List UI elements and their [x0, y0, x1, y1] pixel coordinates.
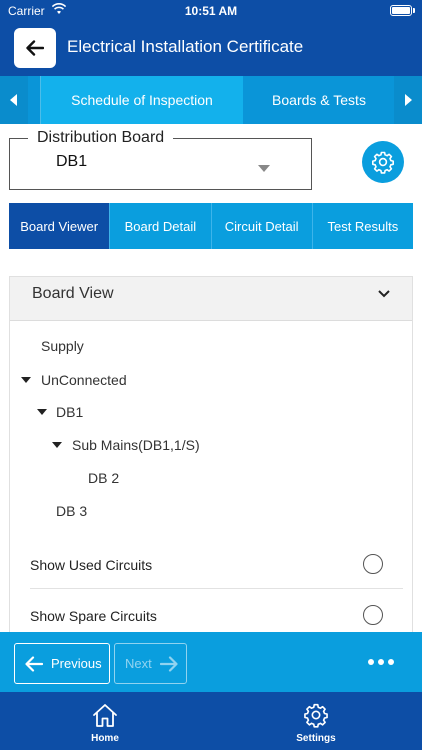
tree-node-sub-mains[interactable]: Sub Mains(DB1,1/S) — [72, 437, 200, 453]
tab-board-detail[interactable]: Board Detail — [110, 203, 212, 249]
previous-button-label: Previous — [51, 656, 102, 671]
board-view-panel: Board View Supply UnConnected DB1 Sub Ma… — [9, 276, 413, 632]
gear-icon — [372, 151, 394, 174]
board-view-title: Board View — [32, 285, 114, 302]
next-button-label: Next — [125, 656, 152, 671]
expand-caret-icon[interactable] — [37, 409, 47, 415]
distribution-board-value: DB1 — [56, 153, 88, 170]
more-options-icon[interactable] — [368, 659, 394, 665]
tab-test-results[interactable]: Test Results — [312, 203, 413, 249]
show-used-circuits-row[interactable]: Show Used Circuits — [30, 543, 403, 587]
app-header: Electrical Installation Certificate — [0, 22, 422, 76]
tab-board-viewer[interactable]: Board Viewer — [9, 203, 111, 249]
show-spare-circuits-radio[interactable] — [363, 605, 383, 625]
caret-right-icon — [405, 94, 412, 106]
board-segment-tabs: Board Viewer Board Detail Circuit Detail… — [9, 203, 413, 249]
caret-left-icon — [10, 94, 17, 106]
tree-node-supply[interactable]: Supply — [41, 338, 84, 354]
battery-icon — [390, 5, 412, 16]
status-bar: Carrier 10:51 AM — [0, 0, 422, 22]
tab-boards-and-tests[interactable]: Boards & Tests — [243, 76, 395, 124]
home-icon — [92, 702, 118, 733]
distribution-board-label: Distribution Board — [28, 129, 174, 147]
arrow-left-icon — [25, 655, 43, 672]
arrow-right-icon — [159, 655, 178, 672]
chevron-down-icon — [378, 285, 390, 303]
tree-node-db2[interactable]: DB 2 — [88, 470, 119, 486]
clock: 10:51 AM — [184, 4, 238, 18]
tree-node-db1[interactable]: DB1 — [56, 404, 83, 420]
wizard-nav-bar: Previous Next — [0, 632, 422, 692]
divider — [30, 588, 403, 589]
tab-scroll-left-button[interactable] — [0, 76, 28, 124]
board-settings-button[interactable] — [362, 141, 404, 183]
bottom-tab-settings[interactable]: Settings — [276, 692, 356, 750]
show-spare-circuits-label: Show Spare Circuits — [30, 608, 157, 624]
bottom-tab-settings-label: Settings — [296, 733, 336, 744]
back-button[interactable] — [14, 28, 56, 68]
arrow-left-icon — [26, 40, 44, 56]
tab-circuit-detail[interactable]: Circuit Detail — [211, 203, 313, 249]
show-used-circuits-label: Show Used Circuits — [30, 557, 153, 573]
previous-button[interactable]: Previous — [14, 643, 110, 684]
bottom-tab-bar: Home Settings — [0, 692, 422, 750]
next-button[interactable]: Next — [114, 643, 187, 684]
page-title: Electrical Installation Certificate — [67, 37, 304, 56]
show-used-circuits-radio[interactable] — [363, 554, 383, 574]
tab-scroll-right-button[interactable] — [394, 76, 422, 124]
tab-schedule-of-inspection[interactable]: Schedule of Inspection — [41, 76, 243, 124]
tree-node-unconnected[interactable]: UnConnected — [41, 372, 127, 388]
board-view-header[interactable]: Board View — [10, 277, 412, 321]
expand-caret-icon[interactable] — [52, 442, 62, 448]
dropdown-caret-icon — [258, 159, 270, 177]
bottom-tab-home[interactable]: Home — [65, 692, 145, 750]
section-tab-bar: Schedule of Inspection Boards & Tests — [0, 76, 422, 124]
gear-icon — [303, 702, 329, 733]
distribution-board-select[interactable]: Distribution Board DB1 — [9, 129, 312, 190]
tree-node-db3[interactable]: DB 3 — [56, 503, 87, 519]
expand-caret-icon[interactable] — [21, 377, 31, 383]
bottom-tab-home-label: Home — [91, 733, 119, 744]
